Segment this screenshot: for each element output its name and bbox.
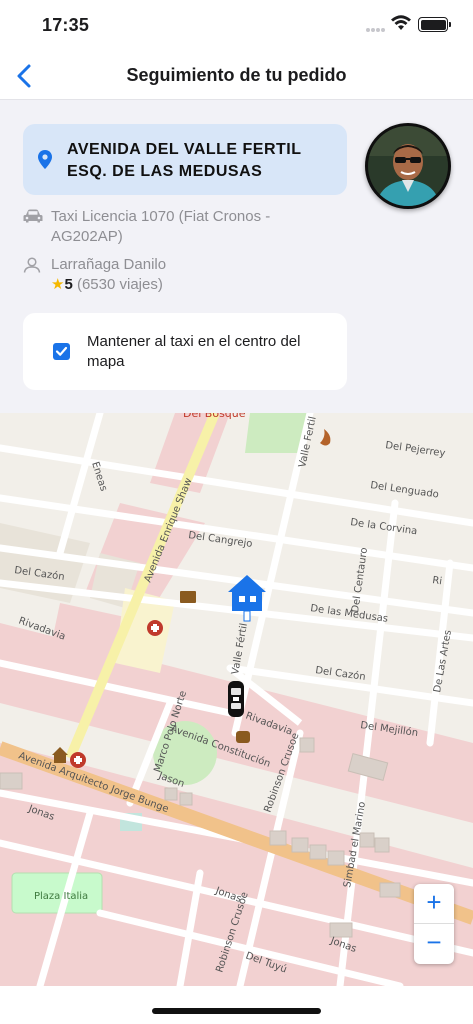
nav-bar: Seguimiento de tu pedido xyxy=(0,52,473,100)
destination-address: AVENIDA DEL VALLE FERTIL ESQ. DE LAS MED… xyxy=(67,141,302,180)
zoom-in-button[interactable]: + xyxy=(414,884,454,924)
map-canvas[interactable]: Del Bosque Eneas Del Pejerrey Valle Fert… xyxy=(0,413,473,986)
order-info-panel: AVENIDA DEL VALLE FERTIL ESQ. DE LAS MED… xyxy=(0,101,473,413)
driver-avatar xyxy=(365,123,451,209)
star-icon: ★ xyxy=(51,276,65,293)
wifi-icon xyxy=(391,15,411,30)
screen: 17:35 Seguimiento de tu pedido AVENIDA D… xyxy=(0,0,473,1024)
svg-text:Plaza Italia: Plaza Italia xyxy=(34,891,88,902)
person-icon xyxy=(23,257,41,273)
cellular-signal-icon xyxy=(366,28,385,32)
hospital-icon xyxy=(147,620,163,636)
car-icon xyxy=(23,209,43,223)
vehicle-text: Taxi Licencia 1070 (Fiat Cronos - AG202A… xyxy=(51,208,271,245)
center-taxi-label: Mantener al taxi en el centro del mapa xyxy=(87,333,301,370)
checkmark-icon xyxy=(55,346,68,356)
zoom-out-button[interactable]: − xyxy=(414,924,454,964)
driver-name: Larrañaga Danilo xyxy=(51,256,167,273)
destination-card: AVENIDA DEL VALLE FERTIL ESQ. DE LAS MED… xyxy=(23,124,347,195)
status-bar: 17:35 xyxy=(0,0,473,52)
driver-rating: ★5 (6530 viajes) xyxy=(51,275,321,295)
home-indicator[interactable] xyxy=(152,1008,321,1014)
center-taxi-option[interactable]: Mantener al taxi en el centro del mapa xyxy=(23,313,347,390)
page-title: Seguimiento de tu pedido xyxy=(126,65,347,85)
zoom-control: + − xyxy=(414,884,454,964)
center-taxi-checkbox[interactable] xyxy=(53,343,70,360)
map-view[interactable]: Del Bosque Eneas Del Pejerrey Valle Fert… xyxy=(0,413,473,986)
trip-count: (6530 viajes) xyxy=(76,276,163,293)
home-indicator-area xyxy=(0,986,473,1024)
status-time: 17:35 xyxy=(42,15,90,35)
svg-text:Ri: Ri xyxy=(432,575,443,587)
location-pin-icon xyxy=(38,150,52,169)
svg-text:Del Bosque: Del Bosque xyxy=(183,413,246,420)
battery-icon xyxy=(418,17,451,32)
rating-value: 5 xyxy=(64,276,73,293)
taxi-marker xyxy=(228,681,244,717)
